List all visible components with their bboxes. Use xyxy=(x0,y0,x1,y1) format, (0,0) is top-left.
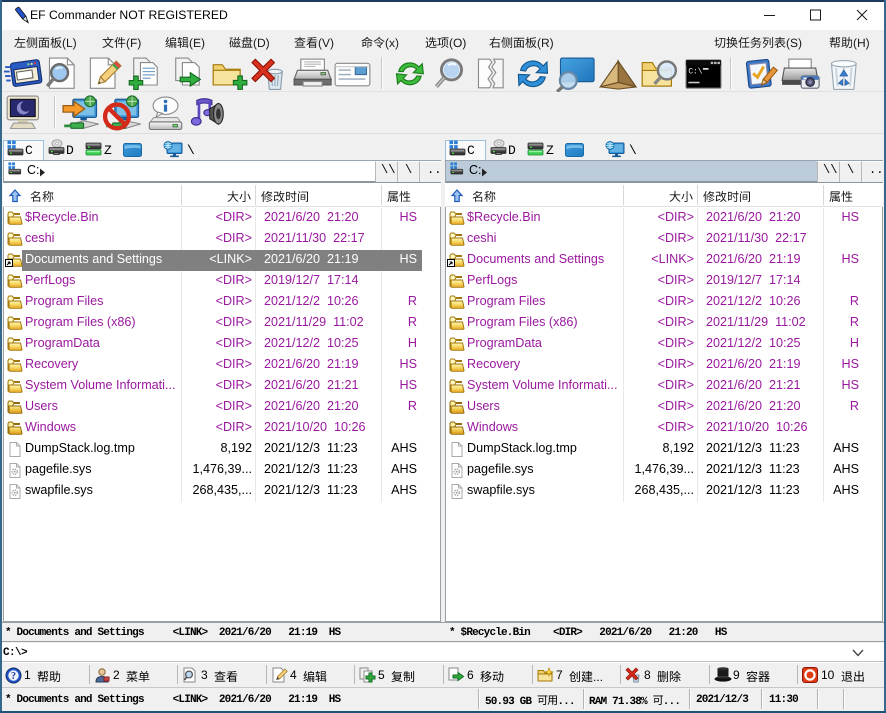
svg-text:?: ? xyxy=(11,671,16,682)
svg-text:C:\: C:\ xyxy=(688,68,702,77)
